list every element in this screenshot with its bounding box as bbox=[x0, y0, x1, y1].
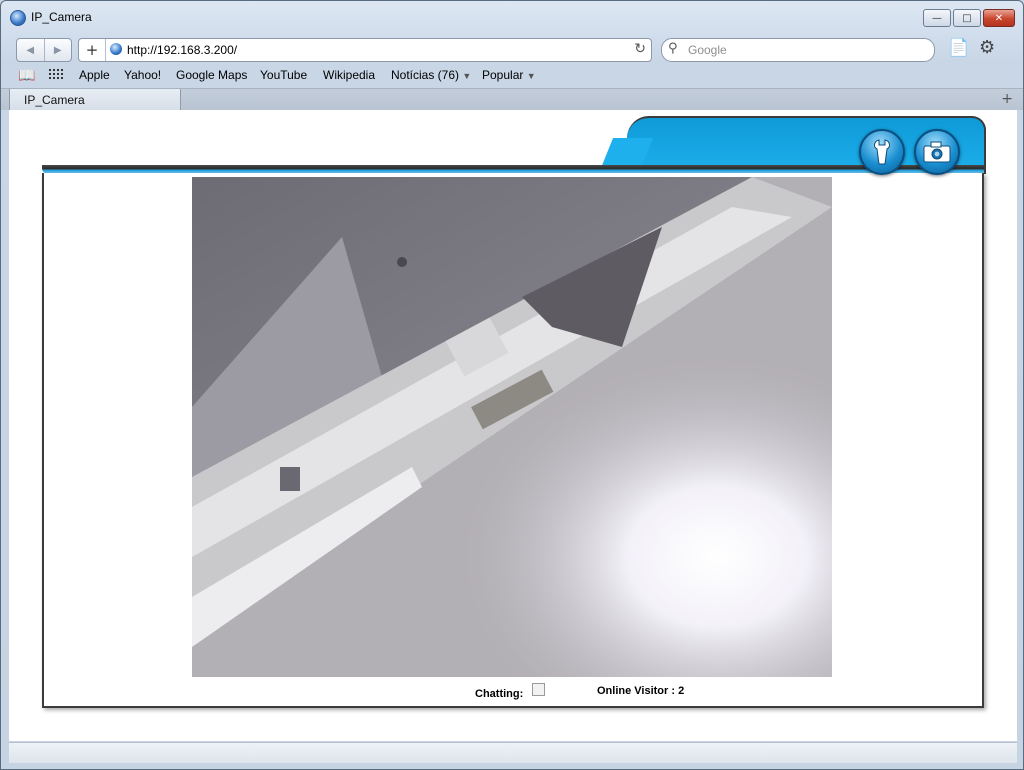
bookmark-popular-label: Popular bbox=[482, 68, 524, 82]
search-placeholder: Google bbox=[688, 43, 727, 57]
gear-icon[interactable]: ⚙ bbox=[979, 37, 995, 58]
bookmark-apple[interactable]: Apple bbox=[79, 68, 110, 82]
video-frame-image bbox=[192, 177, 832, 677]
forward-button[interactable]: ▶ bbox=[45, 39, 72, 61]
snapshot-camera-icon[interactable] bbox=[914, 129, 960, 175]
reading-list-book-icon[interactable]: 📖 bbox=[18, 67, 35, 84]
top-sites-grid-icon[interactable] bbox=[49, 69, 65, 81]
page-content: Chatting: Online Visitor : 2 bbox=[9, 110, 1017, 741]
site-globe-icon bbox=[110, 43, 122, 55]
chevron-down-icon: ▼ bbox=[462, 71, 472, 81]
search-icon: ⚲ bbox=[668, 41, 678, 56]
bookmark-popular[interactable]: Popular ▼ bbox=[482, 68, 536, 82]
url-text[interactable]: http://192.168.3.200/ bbox=[127, 43, 237, 57]
address-bar[interactable]: + http://192.168.3.200/ ↻ bbox=[78, 38, 652, 62]
close-button[interactable]: ✕ bbox=[983, 9, 1015, 27]
tab-label: IP_Camera bbox=[24, 93, 85, 107]
status-bar bbox=[9, 742, 1017, 763]
navigation-toolbar: ◀ ▶ + http://192.168.3.200/ ↻ ⚲ Google bbox=[1, 34, 1023, 64]
window-title: IP_Camera bbox=[31, 10, 92, 24]
bookmark-wikipedia[interactable]: Wikipedia bbox=[323, 68, 375, 82]
bookmark-yahoo[interactable]: Yahoo! bbox=[124, 68, 161, 82]
back-button[interactable]: ◀ bbox=[17, 39, 45, 61]
browser-window: IP_Camera — □ ✕ ◀ ▶ + http://192.168.3.2… bbox=[0, 0, 1024, 770]
bookmark-noticias[interactable]: Notícias (76) ▼ bbox=[391, 68, 471, 82]
tab-bar: IP_Camera + bbox=[1, 88, 1023, 110]
app-globe-icon bbox=[10, 10, 26, 26]
settings-wrench-icon[interactable] bbox=[859, 129, 905, 175]
maximize-button[interactable]: □ bbox=[953, 9, 981, 27]
bookmark-youtube[interactable]: YouTube bbox=[260, 68, 307, 82]
online-visitor-count: Online Visitor : 2 bbox=[597, 685, 685, 697]
title-bar: IP_Camera — □ ✕ bbox=[1, 1, 1023, 33]
chatting-label: Chatting: bbox=[475, 688, 524, 700]
camera-video-feed bbox=[192, 177, 832, 677]
chatting-checkbox[interactable] bbox=[532, 683, 545, 696]
bookmarks-bar: 📖 Apple Yahoo! Google Maps YouTube Wikip… bbox=[1, 64, 1023, 86]
wrench-icon bbox=[874, 139, 890, 165]
chevron-down-icon: ▼ bbox=[526, 71, 536, 81]
page-menu-icon[interactable]: 📄 bbox=[948, 38, 969, 58]
minimize-button[interactable]: — bbox=[923, 9, 951, 27]
add-bookmark-icon[interactable]: + bbox=[79, 39, 106, 61]
bookmark-noticias-label: Notícias (76) bbox=[391, 68, 460, 82]
bookmark-google-maps[interactable]: Google Maps bbox=[176, 68, 247, 82]
tab-ip-camera[interactable]: IP_Camera bbox=[9, 89, 181, 110]
camera-icon bbox=[923, 141, 951, 163]
new-tab-button[interactable]: + bbox=[1001, 91, 1013, 107]
window-controls: — □ ✕ bbox=[923, 9, 1015, 27]
search-field[interactable]: ⚲ Google bbox=[661, 38, 935, 62]
reload-icon[interactable]: ↻ bbox=[634, 41, 646, 57]
back-forward-buttons: ◀ ▶ bbox=[16, 38, 72, 62]
